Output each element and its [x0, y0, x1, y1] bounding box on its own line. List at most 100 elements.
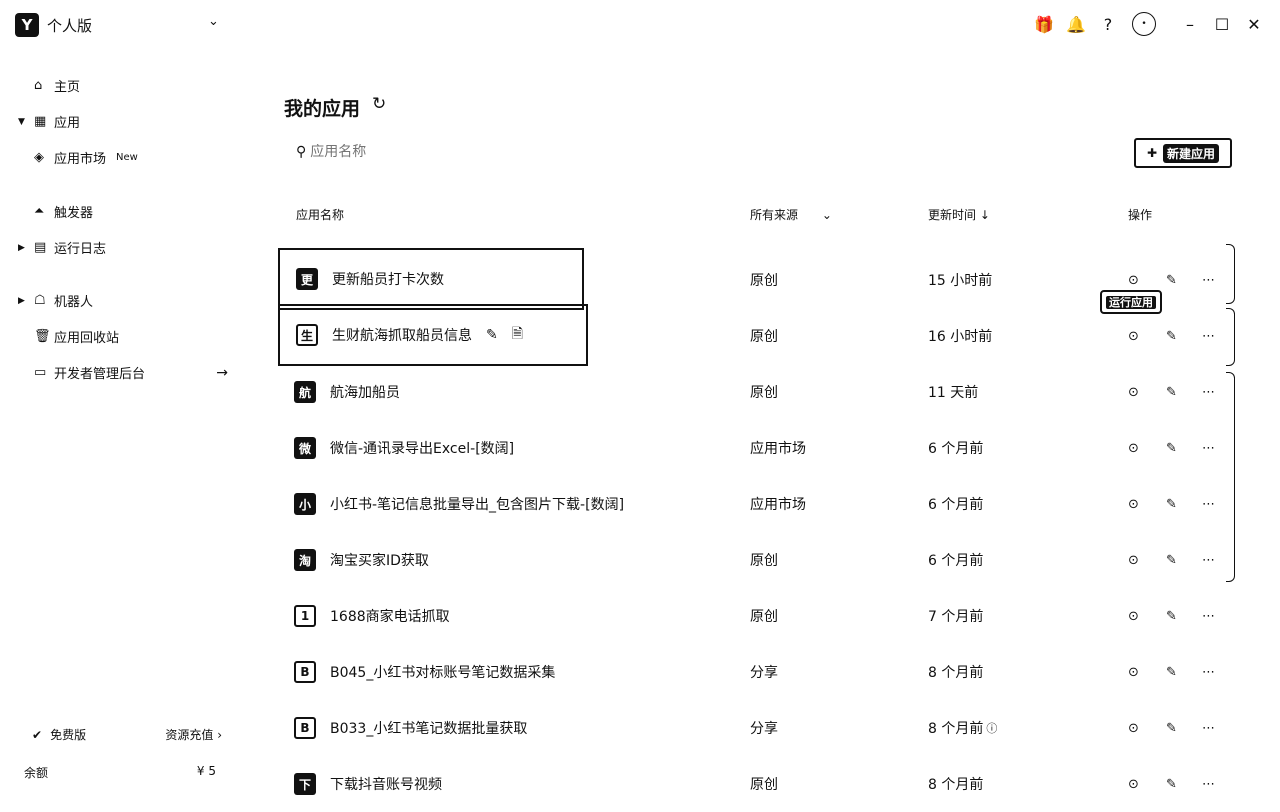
more-icon[interactable]: ⋯: [1202, 532, 1218, 588]
edit-icon[interactable]: ✎: [1166, 700, 1182, 756]
sidebar-item-developer[interactable]: ▭ 开发者管理后台 →: [18, 363, 228, 383]
recharge-link[interactable]: 资源充值 ›: [165, 726, 222, 743]
app-name-cell[interactable]: 更更新船员打卡次数: [278, 248, 584, 310]
pencil-icon[interactable]: ✎: [486, 327, 498, 343]
search-input[interactable]: [306, 144, 471, 160]
app-name[interactable]: 生财航海抓取船员信息: [332, 325, 472, 345]
edition-label[interactable]: 个人版: [47, 15, 92, 36]
sidebar-item-robot[interactable]: ▶ ☖ 机器人: [18, 291, 228, 310]
document-icon[interactable]: 🗎: [512, 323, 523, 347]
edit-icon[interactable]: ✎: [1166, 420, 1182, 476]
app-source: 分享: [750, 721, 778, 737]
more-icon[interactable]: ⋯: [1202, 756, 1218, 812]
app-name-cell[interactable]: 微微信-通讯录导出Excel-[数阔]: [278, 420, 514, 476]
run-icon[interactable]: ⊙: [1128, 756, 1144, 812]
edit-icon[interactable]: ✎: [1166, 476, 1182, 532]
app-name-cell[interactable]: 小小红书-笔记信息批量导出_包含图片下载-[数阔]: [278, 476, 624, 532]
table-row[interactable]: 小小红书-笔记信息批量导出_包含图片下载-[数阔] 应用市场 6 个月前 ⊙ ✎ ⋯: [280, 476, 1260, 532]
sidebar-item-apps[interactable]: ▼ ▦ 应用: [18, 112, 228, 131]
new-app-button[interactable]: ✚ 新建应用: [1134, 138, 1232, 168]
avatar[interactable]: •: [1132, 12, 1156, 36]
caret-right-icon[interactable]: ▶: [18, 296, 34, 306]
app-name-cell[interactable]: B B045_小红书对标账号笔记数据采集: [278, 644, 555, 700]
table-row[interactable]: B B033_小红书笔记数据批量获取 分享 8 个月前 ⓘ ⊙ ✎ ⋯: [280, 700, 1260, 756]
close-icon[interactable]: ✕: [1238, 8, 1270, 40]
more-icon[interactable]: ⋯: [1202, 476, 1218, 532]
run-icon[interactable]: ⊙: [1128, 364, 1144, 420]
app-name-cell[interactable]: 生生财航海抓取船员信息 ✎ 🗎: [278, 304, 588, 366]
run-icon[interactable]: ⊙: [1128, 308, 1144, 364]
app-name-cell[interactable]: 下下载抖音账号视频: [278, 756, 442, 812]
edit-icon[interactable]: ✎: [1166, 756, 1182, 812]
app-name[interactable]: 小红书-笔记信息批量导出_包含图片下载-[数阔]: [330, 494, 624, 514]
table-row[interactable]: 1 1688商家电话抓取 原创 7 个月前 ⊙ ✎ ⋯: [280, 588, 1260, 644]
more-icon[interactable]: ⋯: [1202, 700, 1218, 756]
more-icon[interactable]: ⋯: [1202, 588, 1218, 644]
app-name[interactable]: 淘宝买家ID获取: [330, 550, 429, 570]
col-updated[interactable]: 更新时间 ↓: [928, 206, 990, 223]
run-icon[interactable]: ⊙: [1128, 476, 1144, 532]
app-name[interactable]: 更新船员打卡次数: [332, 269, 444, 289]
sidebar-item-logs[interactable]: ▶ ▤ 运行日志: [18, 238, 228, 257]
app-name-cell[interactable]: 1 1688商家电话抓取: [278, 588, 450, 644]
app-name-cell[interactable]: B B033_小红书笔记数据批量获取: [278, 700, 527, 756]
run-icon[interactable]: ⊙: [1128, 644, 1144, 700]
col-source[interactable]: 所有来源 ⌄: [750, 206, 832, 223]
gift-icon[interactable]: 🎁: [1028, 8, 1060, 40]
more-icon[interactable]: ⋯: [1202, 364, 1218, 420]
run-icon[interactable]: ⊙: [1128, 588, 1144, 644]
sidebar-item-trash[interactable]: 🗑 应用回收站: [18, 327, 228, 346]
edit-icon[interactable]: ✎: [1166, 644, 1182, 700]
run-icon[interactable]: ⊙: [1128, 700, 1144, 756]
app-name-cell[interactable]: 航航海加船员: [278, 364, 400, 420]
scrollbar-thumb[interactable]: [1226, 308, 1235, 366]
trash-icon: 🗑: [34, 329, 51, 344]
help-icon[interactable]: ?: [1092, 8, 1124, 40]
caret-down-icon[interactable]: ▼: [18, 117, 34, 127]
app-name[interactable]: B033_小红书笔记数据批量获取: [330, 718, 527, 738]
scrollbar-track[interactable]: [1226, 244, 1235, 304]
edit-icon[interactable]: ✎: [1166, 364, 1182, 420]
caret-right-icon[interactable]: ▶: [18, 243, 34, 253]
chevron-down-icon[interactable]: ⌄: [822, 208, 832, 222]
search-icon: ⚲: [296, 144, 307, 160]
app-name[interactable]: B045_小红书对标账号笔记数据采集: [330, 662, 555, 682]
more-icon[interactable]: ⋯: [1202, 420, 1218, 476]
refresh-icon[interactable]: ↻: [372, 94, 386, 114]
edit-icon[interactable]: ✎: [1166, 308, 1182, 364]
bell-icon[interactable]: 🔔: [1060, 8, 1092, 40]
app-updated-text: 16 小时前: [928, 329, 993, 345]
app-name[interactable]: 微信-通讯录导出Excel-[数阔]: [330, 438, 514, 458]
app-source: 分享: [750, 665, 778, 681]
run-icon[interactable]: ⊙: [1128, 420, 1144, 476]
app-name[interactable]: 下载抖音账号视频: [330, 774, 442, 794]
more-icon[interactable]: ⋯: [1202, 308, 1218, 364]
app-updated: 6 个月前: [928, 532, 983, 588]
app-source: 原创: [750, 777, 778, 793]
sidebar-item-home[interactable]: ⌂ 主页: [18, 76, 228, 95]
app-icon: B: [294, 717, 316, 739]
table-row[interactable]: B B045_小红书对标账号笔记数据采集 分享 8 个月前 ⊙ ✎ ⋯: [280, 644, 1260, 700]
app-name[interactable]: 1688商家电话抓取: [330, 606, 450, 626]
edit-icon[interactable]: ✎: [1166, 252, 1182, 308]
edit-icon[interactable]: ✎: [1166, 588, 1182, 644]
run-icon[interactable]: ⊙: [1128, 532, 1144, 588]
minimize-icon[interactable]: –: [1174, 8, 1206, 40]
app-name[interactable]: 航海加船员: [330, 382, 400, 402]
maximize-icon[interactable]: ☐: [1206, 8, 1238, 40]
sidebar-item-market[interactable]: ◈ 应用市场 New: [34, 148, 244, 167]
table-row[interactable]: 生生财航海抓取船员信息 ✎ 🗎 原创 16 小时前 ⊙ ✎ ⋯: [278, 304, 1260, 366]
search-box[interactable]: ⚲: [296, 144, 471, 160]
table-row[interactable]: 航航海加船员 原创 11 天前 ⊙ ✎ ⋯: [280, 364, 1260, 420]
more-icon[interactable]: ⋯: [1202, 644, 1218, 700]
more-icon[interactable]: ⋯: [1202, 252, 1218, 308]
chevron-down-icon[interactable]: ⌄: [208, 14, 219, 29]
scrollbar-track[interactable]: [1226, 372, 1235, 582]
table-row[interactable]: 淘淘宝买家ID获取 原创 6 个月前 ⊙ ✎ ⋯: [280, 532, 1260, 588]
table-row[interactable]: 微微信-通讯录导出Excel-[数阔] 应用市场 6 个月前 ⊙ ✎ ⋯: [280, 420, 1260, 476]
edit-icon[interactable]: ✎: [1166, 532, 1182, 588]
sidebar-item-trigger[interactable]: ⏶ 触发器: [18, 202, 228, 221]
app-name-cell[interactable]: 淘淘宝买家ID获取: [278, 532, 429, 588]
info-icon[interactable]: ⓘ: [986, 720, 997, 736]
table-row[interactable]: 下下载抖音账号视频 原创 8 个月前 ⊙ ✎ ⋯: [280, 756, 1260, 812]
